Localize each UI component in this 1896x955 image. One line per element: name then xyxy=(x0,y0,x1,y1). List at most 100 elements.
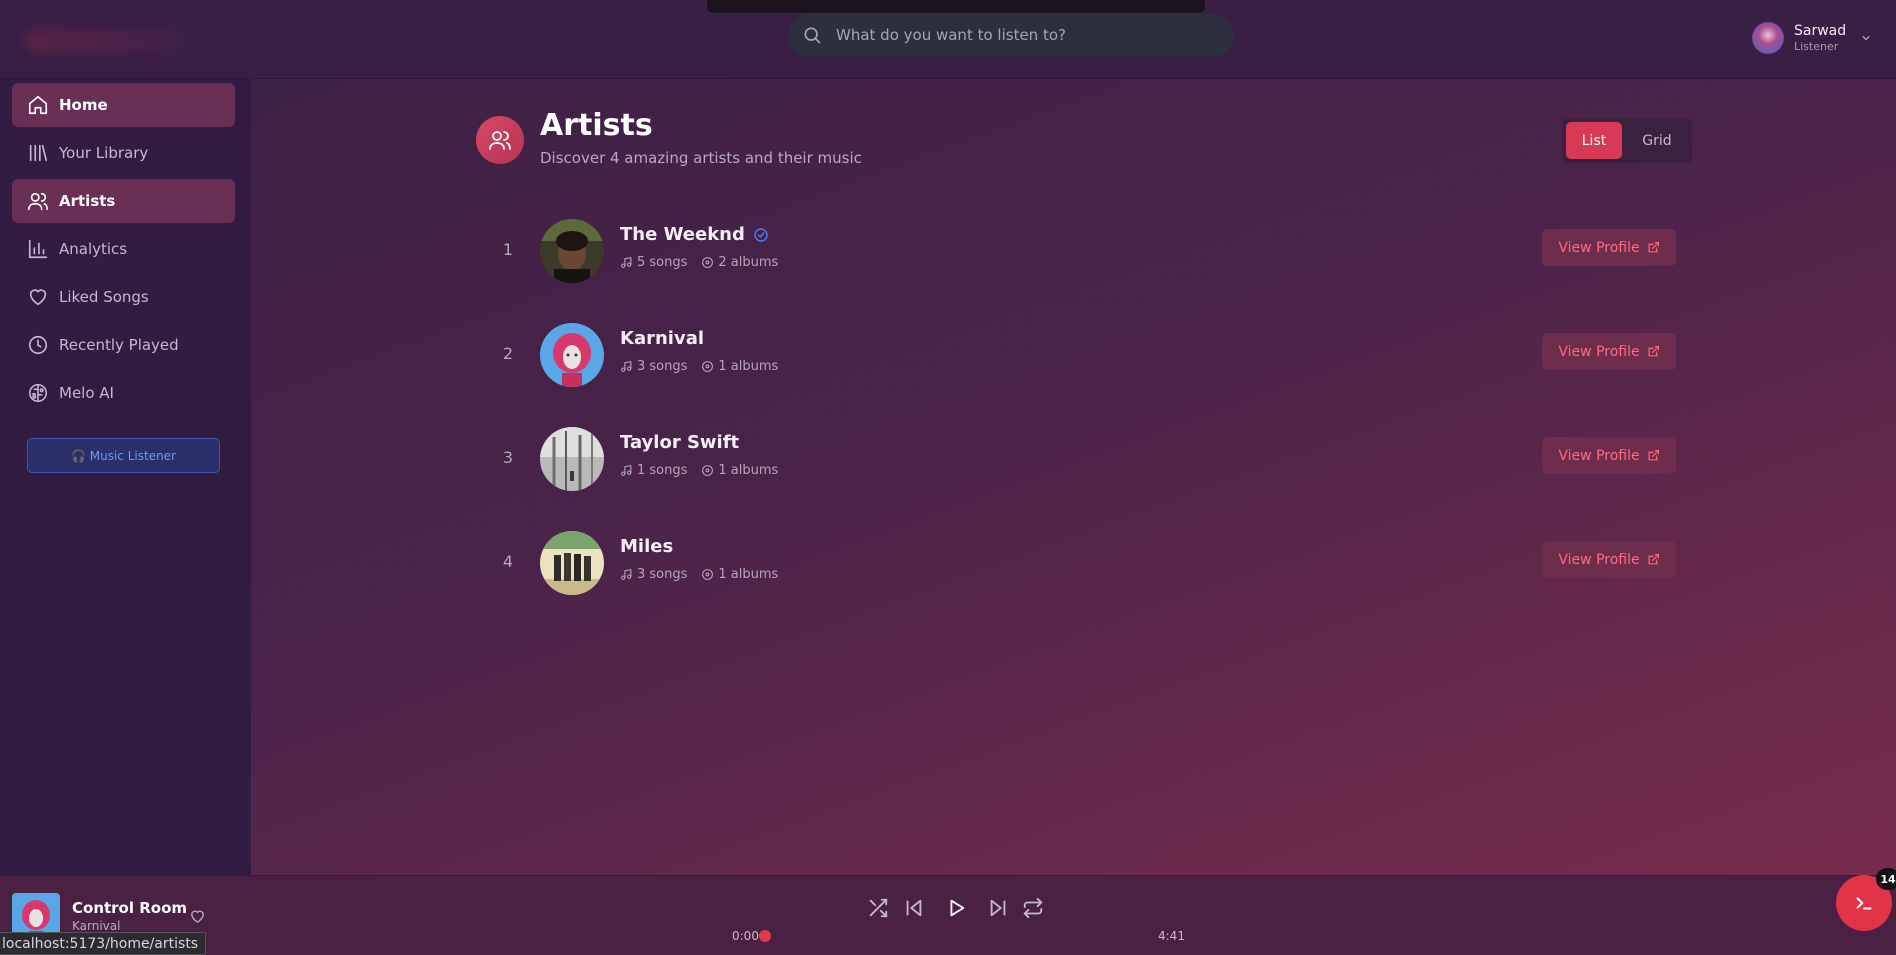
artist-avatar[interactable] xyxy=(540,531,604,595)
artist-name[interactable]: Miles xyxy=(620,536,673,557)
search-input[interactable] xyxy=(836,26,1216,44)
sidebar: Home Your Library Artists Analytics Like… xyxy=(0,79,251,875)
artist-name[interactable]: Karnival xyxy=(620,328,704,349)
now-playing-artist[interactable]: Karnival xyxy=(72,919,120,933)
list-view-button[interactable]: List xyxy=(1566,122,1622,159)
artist-meta: 3 songs 1 albums xyxy=(620,567,792,582)
artist-row[interactable]: 2 Karnival 3 songs 1 albums View Profile xyxy=(500,320,1680,390)
artist-rank: 3 xyxy=(502,448,514,467)
brain-icon xyxy=(28,383,48,403)
search-icon xyxy=(804,27,821,44)
progress-slider[interactable] xyxy=(759,930,771,942)
artists-header-icon xyxy=(476,116,524,164)
terminal-icon xyxy=(1856,897,1872,910)
sidebar-item-label: Your Library xyxy=(59,144,149,162)
music-note-icon xyxy=(621,568,632,580)
sidebar-item-library[interactable]: Your Library xyxy=(12,131,235,175)
sidebar-item-label: Analytics xyxy=(59,240,128,258)
artist-meta: 3 songs 1 albums xyxy=(620,359,792,374)
current-time: 0:00 xyxy=(732,929,759,943)
user-name: Sarwad xyxy=(1794,23,1847,39)
sidebar-item-melo-ai[interactable]: Melo AI xyxy=(12,371,235,415)
play-icon[interactable] xyxy=(945,897,967,919)
repeat-icon[interactable] xyxy=(1022,897,1044,919)
artist-rank: 4 xyxy=(502,552,514,571)
artist-name[interactable]: The Weeknd xyxy=(620,224,769,245)
music-note-icon xyxy=(621,464,632,476)
disc-icon xyxy=(702,569,714,580)
page-title: Artists xyxy=(540,108,653,143)
bar-chart-icon xyxy=(28,239,48,259)
home-icon xyxy=(28,95,48,115)
sidebar-item-recently-played[interactable]: Recently Played xyxy=(12,323,235,367)
status-bar-url: localhost:5173/home/artists xyxy=(0,932,207,955)
clock-icon xyxy=(28,335,48,355)
shuffle-icon[interactable] xyxy=(867,897,889,919)
view-profile-button[interactable]: View Profile xyxy=(1542,229,1676,266)
sidebar-item-analytics[interactable]: Analytics xyxy=(12,227,235,271)
artist-row[interactable]: 3 Taylor Swift 1 songs 1 albums View Pro… xyxy=(500,424,1680,494)
album-count: 2 albums xyxy=(718,255,779,270)
sidebar-item-home[interactable]: Home xyxy=(12,83,235,127)
artist-meta: 1 songs 1 albums xyxy=(620,463,792,478)
external-link-icon xyxy=(1648,346,1659,357)
role-badge: 🎧 Music Listener xyxy=(27,438,220,473)
view-profile-button[interactable]: View Profile xyxy=(1542,437,1676,474)
view-profile-label: View Profile xyxy=(1558,551,1640,568)
sidebar-item-label: Melo AI xyxy=(59,384,114,402)
view-profile-button[interactable]: View Profile xyxy=(1542,541,1676,578)
external-link-icon xyxy=(1648,242,1659,253)
now-playing-title[interactable]: Control Room xyxy=(72,899,187,917)
app-logo[interactable] xyxy=(24,30,184,52)
artist-row[interactable]: 4 Miles 3 songs 1 albums View Profile xyxy=(500,528,1680,598)
sidebar-item-liked-songs[interactable]: Liked Songs xyxy=(12,275,235,319)
artist-name[interactable]: Taylor Swift xyxy=(620,432,739,453)
music-note-icon xyxy=(621,360,632,372)
page-subtitle: Discover 4 amazing artists and their mus… xyxy=(540,149,862,167)
view-profile-button[interactable]: View Profile xyxy=(1542,333,1676,370)
search-dropdown-edge xyxy=(706,0,1206,14)
external-link-icon xyxy=(1648,554,1659,565)
artist-row[interactable]: 1 The Weeknd 5 songs 2 albums View Profi… xyxy=(500,216,1680,286)
artist-rank: 2 xyxy=(502,344,514,363)
artist-name-text: Miles xyxy=(620,536,674,557)
disc-icon xyxy=(702,361,714,372)
next-track-icon[interactable] xyxy=(987,897,1009,919)
duration: 4:41 xyxy=(1158,929,1185,943)
heart-icon xyxy=(29,289,47,306)
song-count: 3 songs xyxy=(637,567,688,582)
artist-avatar[interactable] xyxy=(540,427,604,491)
notification-badge: 14 xyxy=(1876,868,1896,890)
top-bar: Sarwad Listener xyxy=(0,0,1896,79)
artist-meta: 5 songs 2 albums xyxy=(620,255,792,270)
view-profile-label: View Profile xyxy=(1558,343,1640,360)
artist-avatar[interactable] xyxy=(540,323,604,387)
song-count: 3 songs xyxy=(637,359,688,374)
album-count: 1 albums xyxy=(718,463,779,478)
artist-avatar[interactable] xyxy=(540,219,604,283)
like-heart-icon[interactable] xyxy=(189,908,206,925)
avatar[interactable] xyxy=(1752,22,1784,54)
sidebar-item-label: Recently Played xyxy=(59,336,179,354)
artist-rank: 1 xyxy=(502,240,514,259)
user-menu[interactable]: Sarwad Listener xyxy=(1752,18,1882,58)
view-profile-label: View Profile xyxy=(1558,447,1640,464)
users-icon xyxy=(489,131,511,150)
search-bar[interactable] xyxy=(788,14,1234,56)
user-role: Listener xyxy=(1794,39,1839,53)
view-profile-label: View Profile xyxy=(1558,239,1640,256)
external-link-icon xyxy=(1648,450,1659,461)
library-icon xyxy=(29,144,48,162)
album-count: 1 albums xyxy=(718,359,779,374)
disc-icon xyxy=(702,257,714,268)
song-count: 5 songs xyxy=(637,255,688,270)
sidebar-item-label: Liked Songs xyxy=(59,288,149,306)
album-count: 1 albums xyxy=(718,567,779,582)
previous-track-icon[interactable] xyxy=(903,897,925,919)
grid-view-button[interactable]: Grid xyxy=(1626,122,1688,159)
chevron-down-icon[interactable] xyxy=(1860,32,1872,44)
disc-icon xyxy=(702,465,714,476)
sidebar-item-artists[interactable]: Artists xyxy=(12,179,235,223)
artist-name-text: The Weeknd xyxy=(620,224,745,245)
player-bar: Control Room Karnival 0:00 4:41 xyxy=(0,875,1896,955)
